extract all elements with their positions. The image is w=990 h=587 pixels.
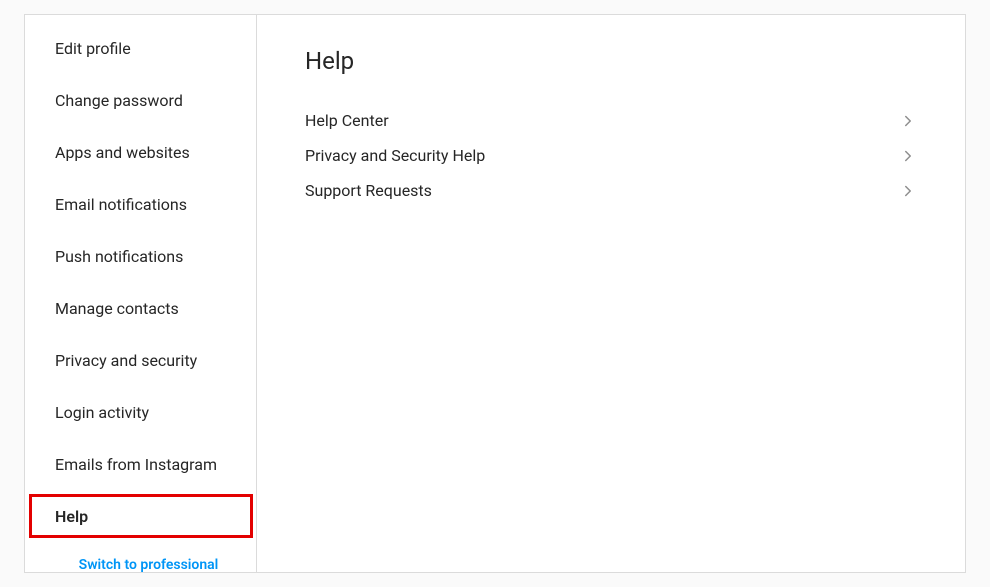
help-link-label: Help Center [305,111,389,130]
help-link-label: Privacy and Security Help [305,146,485,165]
sidebar-item-label: Email notifications [55,195,187,214]
sidebar-item-change-password[interactable]: Change password [25,75,256,127]
sidebar-item-edit-profile[interactable]: Edit profile [25,23,256,75]
sidebar-item-label: Apps and websites [55,143,190,162]
sidebar-item-login-activity[interactable]: Login activity [25,387,256,439]
sidebar-item-help[interactable]: Help [25,491,256,543]
help-main: Help Help Center Privacy and Security He… [257,15,965,572]
switch-label: Switch to professional [79,557,219,573]
sidebar-item-label: Emails from Instagram [55,455,217,474]
sidebar-item-privacy-security[interactable]: Privacy and security [25,335,256,387]
chevron-right-icon [899,182,917,200]
sidebar-item-emails-from-instagram[interactable]: Emails from Instagram [25,439,256,491]
sidebar-item-label: Manage contacts [55,299,179,318]
sidebar-item-manage-contacts[interactable]: Manage contacts [25,283,256,335]
help-link-label: Support Requests [305,181,432,200]
help-link-privacy-security[interactable]: Privacy and Security Help [305,138,917,173]
sidebar-item-push-notifications[interactable]: Push notifications [25,231,256,283]
help-link-help-center[interactable]: Help Center [305,103,917,138]
chevron-right-icon [899,147,917,165]
settings-sidebar: Edit profile Change password Apps and we… [25,15,257,572]
chevron-right-icon [899,112,917,130]
switch-to-professional-link[interactable]: Switch to professional [25,543,256,587]
sidebar-item-label: Privacy and security [55,351,197,370]
page-title: Help [305,47,917,75]
sidebar-item-apps-websites[interactable]: Apps and websites [25,127,256,179]
sidebar-item-label: Help [55,507,88,526]
help-link-support-requests[interactable]: Support Requests [305,173,917,208]
settings-panel: Edit profile Change password Apps and we… [24,14,966,573]
sidebar-item-label: Edit profile [55,39,131,58]
sidebar-item-label: Login activity [55,403,149,422]
sidebar-item-email-notifications[interactable]: Email notifications [25,179,256,231]
sidebar-item-label: Push notifications [55,247,183,266]
sidebar-item-label: Change password [55,91,183,110]
